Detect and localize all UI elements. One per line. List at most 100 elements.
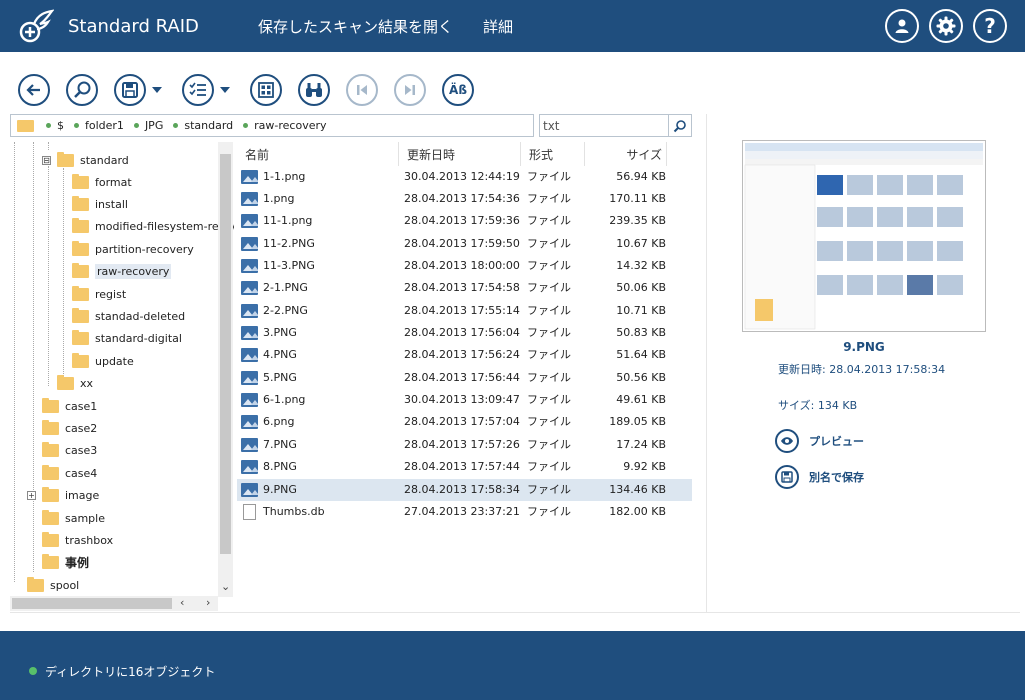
help-button[interactable]: ? [973, 9, 1007, 43]
breadcrumb-item[interactable]: raw-recovery [243, 119, 327, 132]
folder-icon [72, 285, 89, 301]
file-size: 10.67 KB [616, 237, 666, 250]
tree-node-case4[interactable]: case4 [42, 463, 97, 483]
charset-button[interactable]: Äß [442, 74, 474, 106]
tree-node-label: standad-deleted [95, 309, 186, 323]
image-file-icon [241, 371, 258, 385]
file-row[interactable]: 1.png 28.04.2013 17:54:36 ファイル 170.11 KB [237, 188, 692, 210]
view-mode-button[interactable] [250, 74, 282, 106]
tree-node-install[interactable]: install [72, 194, 128, 214]
scroll-thumb[interactable] [220, 154, 231, 554]
file-row[interactable]: 2-1.PNG 28.04.2013 17:54:58 ファイル 50.06 KB [237, 277, 692, 299]
preview-thumbnail[interactable] [742, 140, 986, 332]
previous-button[interactable] [346, 74, 378, 106]
breadcrumb-item[interactable]: standard [173, 119, 233, 132]
tree-node-regist[interactable]: regist [72, 284, 126, 304]
tree-node-trashbox[interactable]: trashbox [42, 530, 113, 550]
breadcrumb-item[interactable]: folder1 [74, 119, 124, 132]
tree-node-case2[interactable]: case2 [42, 418, 97, 438]
account-button[interactable] [885, 9, 919, 43]
file-name: 11-1.png [263, 214, 313, 227]
tree-vertical-scrollbar[interactable]: ⌄ [218, 142, 233, 597]
tree-horizontal-scrollbar[interactable]: ‹ › [10, 596, 218, 611]
image-file-icon [241, 326, 258, 340]
file-type: ファイル [527, 192, 571, 205]
search-button[interactable] [668, 115, 690, 136]
file-row[interactable]: 11-2.PNG 28.04.2013 17:59:50 ファイル 10.67 KB [237, 233, 692, 255]
folder-icon [72, 195, 89, 211]
folder-icon [42, 531, 59, 547]
file-size: 134.46 KB [609, 483, 666, 496]
file-type: ファイル [527, 505, 571, 518]
select-dropdown-caret[interactable] [220, 87, 230, 93]
tree-node-modified-filesystem[interactable]: modified-filesystem-recov [72, 216, 234, 236]
save-dropdown-caret[interactable] [152, 87, 162, 93]
file-size: 50.56 KB [616, 371, 666, 384]
tree-node-image[interactable]: + image [27, 485, 99, 505]
tree-node-label: image [65, 488, 100, 502]
scroll-thumb[interactable] [12, 598, 172, 609]
file-row[interactable]: 4.PNG 28.04.2013 17:56:24 ファイル 51.64 KB [237, 344, 692, 366]
tree-node-label: trashbox [65, 533, 114, 547]
tree-node-standard-digital[interactable]: standard-digital [72, 328, 182, 348]
file-row-selected[interactable]: 9.PNG 28.04.2013 17:58:34 ファイル 134.46 KB [237, 479, 692, 501]
column-header-name[interactable]: 名前 [237, 142, 399, 166]
details-menu[interactable]: 詳細 [483, 16, 513, 37]
file-size: 189.05 KB [609, 415, 666, 428]
save-button[interactable] [114, 74, 146, 106]
scroll-left-icon[interactable]: ‹ [180, 596, 184, 609]
file-row[interactable]: 7.PNG 28.04.2013 17:57:26 ファイル 17.24 KB [237, 434, 692, 456]
tree-node-label: regist [95, 287, 127, 301]
file-type: ファイル [527, 170, 571, 183]
file-row[interactable]: 6.png 28.04.2013 17:57:04 ファイル 189.05 KB [237, 411, 692, 433]
panel-divider [706, 114, 707, 612]
preview-action[interactable]: プレビュー [775, 429, 864, 453]
next-button[interactable] [394, 74, 426, 106]
tree-node-label: standard [80, 153, 129, 167]
file-type: ファイル [527, 348, 571, 361]
find-button[interactable] [298, 74, 330, 106]
tree-node-standard[interactable]: ⊟ standard [42, 150, 129, 170]
tree-node-raw-recovery[interactable]: raw-recovery [72, 261, 172, 281]
tree-node-partition-recovery[interactable]: partition-recovery [72, 239, 194, 259]
file-type: ファイル [527, 371, 571, 384]
column-header-type[interactable]: 形式 [521, 142, 585, 166]
select-list-button[interactable] [182, 74, 214, 106]
file-row[interactable]: 1-1.png 30.04.2013 12:44:19 ファイル 56.94 KB [237, 166, 692, 188]
file-row[interactable]: 2-2.PNG 28.04.2013 17:55:14 ファイル 10.71 KB [237, 300, 692, 322]
settings-button[interactable] [929, 9, 963, 43]
tree-node-xx[interactable]: xx [57, 373, 93, 393]
tree-node-label: modified-filesystem-recov [95, 219, 234, 233]
file-row[interactable]: 11-1.png 28.04.2013 17:59:36 ファイル 239.35 KB [237, 210, 692, 232]
column-header-size[interactable]: サイズ [585, 142, 667, 166]
tree-node-spool[interactable]: spool [27, 575, 79, 595]
folder-tree: ⊟ standard format install modified-files… [10, 142, 234, 612]
breadcrumb-item[interactable]: $ [46, 119, 64, 132]
save-as-action[interactable]: 別名で保存 [775, 465, 864, 489]
file-row[interactable]: Thumbs.db 27.04.2013 23:37:21 ファイル 182.00 K… [237, 501, 692, 523]
collapse-icon[interactable]: ⊟ [42, 155, 51, 165]
scroll-down-icon[interactable]: ⌄ [221, 580, 230, 593]
breadcrumb-item[interactable]: JPG [133, 119, 163, 132]
column-header-date[interactable]: 更新日時 [399, 142, 521, 166]
tree-node-update[interactable]: update [72, 351, 134, 371]
search-input[interactable] [540, 115, 668, 136]
back-button[interactable] [18, 74, 50, 106]
document-file-icon [243, 504, 256, 520]
file-row[interactable]: 3.PNG 28.04.2013 17:56:04 ファイル 50.83 KB [237, 322, 692, 344]
tree-node-format[interactable]: format [72, 172, 132, 192]
scan-button[interactable] [66, 74, 98, 106]
tree-node-standad-deleted[interactable]: standad-deleted [72, 306, 185, 326]
scroll-right-icon[interactable]: › [206, 596, 210, 609]
file-row[interactable]: 6-1.png 30.04.2013 13:09:47 ファイル 49.61 KB [237, 389, 692, 411]
tree-node-sample[interactable]: sample [42, 508, 105, 528]
tree-node-label: case4 [65, 466, 98, 480]
tree-node-case1[interactable]: case1 [42, 396, 97, 416]
open-saved-scan-menu[interactable]: 保存したスキャン結果を開く [258, 16, 453, 37]
tree-node-jirei[interactable]: 事例 [42, 552, 89, 572]
file-row[interactable]: 11-3.PNG 28.04.2013 18:00:00 ファイル 14.32 KB [237, 255, 692, 277]
tree-node-case3[interactable]: case3 [42, 440, 97, 460]
file-row[interactable]: 5.PNG 28.04.2013 17:56:44 ファイル 50.56 KB [237, 367, 692, 389]
expand-icon[interactable]: + [27, 490, 36, 500]
file-row[interactable]: 8.PNG 28.04.2013 17:57:44 ファイル 9.92 KB [237, 456, 692, 478]
